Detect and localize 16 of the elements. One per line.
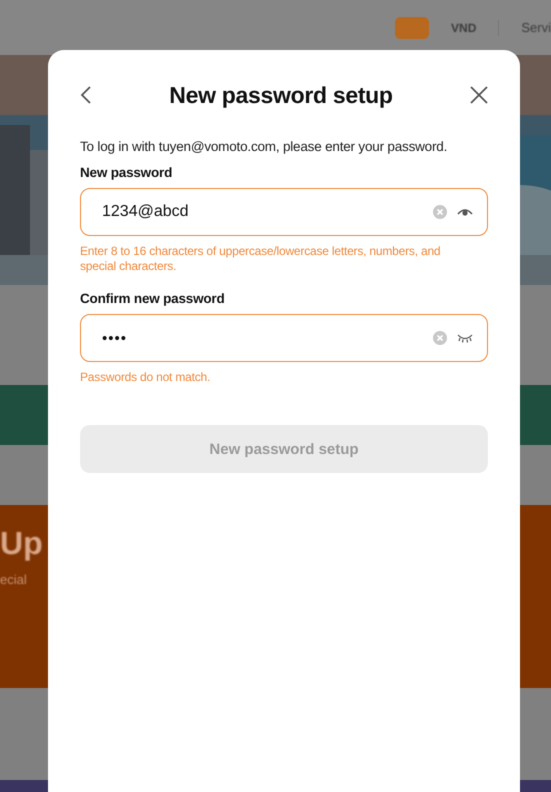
eye-icon[interactable] [457,207,473,217]
dialog-title: New password setup [169,82,393,108]
intro-text: To log in with tuyen@vomoto.com, please enter your password. [80,139,448,154]
close-button[interactable] [470,86,488,104]
password-field[interactable]: •••• [80,314,488,362]
field-label: New password [80,165,174,180]
error-message: Passwords do not match. [80,370,212,385]
banner-subtitle: ecial [0,572,28,587]
error-message: Enter 8 to 16 characters of uppercase/lowercase letters, numbers, and special characters. [80,244,442,274]
password-input[interactable]: •••• [102,330,423,346]
field-label: Confirm new password [80,291,226,306]
back-button[interactable] [80,86,92,104]
password-input[interactable]: 1234@abcd [102,203,423,221]
eye-closed-icon[interactable] [457,334,473,342]
banner-title: Up [0,525,44,562]
password-field[interactable]: 1234@abcd [80,188,488,236]
